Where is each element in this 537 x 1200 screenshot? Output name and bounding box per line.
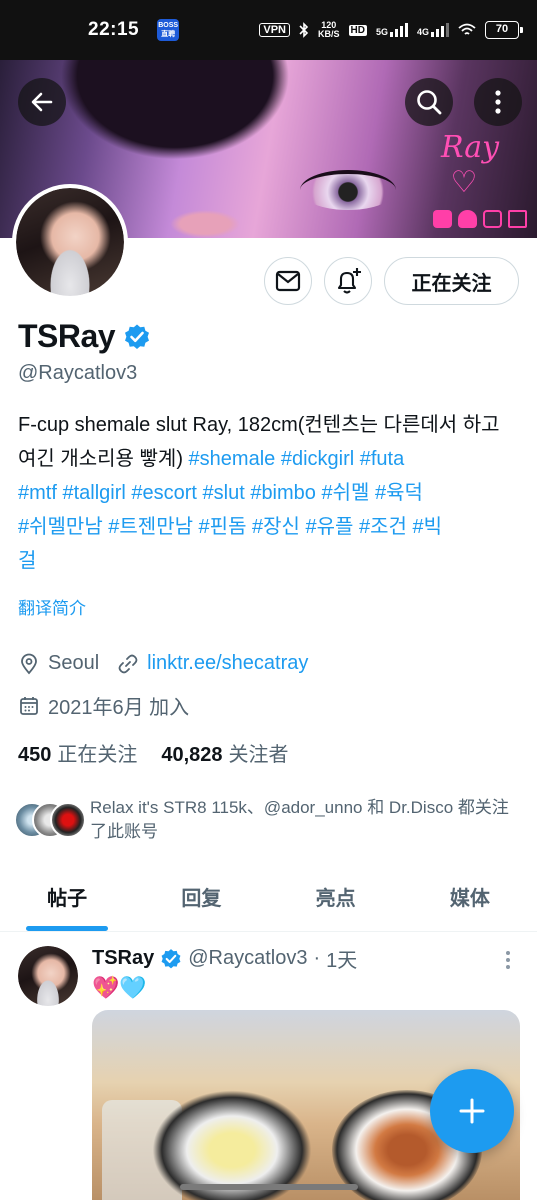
tweet-avatar-image	[18, 946, 78, 1006]
calendar-icon	[18, 695, 40, 717]
following-label: 正在关注	[57, 744, 138, 766]
profile-avatar[interactable]	[12, 184, 128, 300]
banner-eye	[300, 170, 396, 210]
net-speed-unit: KB/S	[318, 29, 340, 39]
search-button[interactable]	[405, 78, 453, 126]
net-speed: 120 KB/S	[318, 21, 340, 39]
followed-by-avatars	[14, 796, 86, 838]
compose-button[interactable]	[430, 1069, 514, 1153]
banner-signature: Ray ♡	[441, 130, 500, 200]
tweet-author-name[interactable]: TSRay	[92, 947, 154, 970]
profile-joined-row: 2021年6月 加入	[18, 691, 189, 720]
followers-count-link[interactable]: 40,828 关注者	[161, 738, 288, 767]
tweet-time[interactable]: 1天	[326, 944, 357, 973]
bio-hashtags-3[interactable]: #쉬멜만남 #트젠만남 #핀돔 #장신 #유플 #조건 #빅	[18, 516, 442, 538]
signal-5g: 5G	[376, 23, 408, 37]
vpn-badge: VPN	[259, 23, 290, 37]
tweet-separator: ·	[313, 947, 321, 969]
location-icon	[18, 653, 40, 675]
following-count-link[interactable]: 450 正在关注	[18, 738, 137, 767]
followers-label: 关注者	[228, 744, 289, 766]
message-button[interactable]	[264, 257, 312, 305]
following-button[interactable]: 正在关注	[384, 257, 519, 305]
banner-nose	[170, 210, 240, 238]
bluetooth-icon	[299, 22, 309, 38]
signal-4g: 4G	[417, 23, 449, 37]
followed-by-row[interactable]: Relax it's STR8 115k、@ador_unno 和 Dr.Dis…	[14, 796, 510, 844]
bio-hashtags-1[interactable]: #shemale #dickgirl #futa	[189, 448, 405, 470]
profile-name: TSRay	[18, 318, 116, 354]
tweet-author-handle[interactable]: @Raycatlov3	[188, 947, 307, 970]
bell-plus-icon	[337, 268, 361, 294]
followers-count: 40,828	[161, 744, 223, 766]
more-vertical-icon	[495, 90, 501, 114]
tab-highlights[interactable]: 亮点	[269, 862, 403, 931]
home-indicator[interactable]	[180, 1184, 358, 1190]
search-icon	[417, 90, 442, 115]
more-vertical-icon	[506, 951, 510, 969]
status-bar: 22:15 BOSS 直聘 VPN 120 KB/S HD 5G 4G 70	[0, 0, 537, 60]
followed-by-text: Relax it's STR8 115k、@ador_unno 和 Dr.Dis…	[90, 798, 509, 841]
tweet-more-button[interactable]	[496, 948, 520, 972]
profile-meta-row: Seoul linktr.ee/shecatray	[18, 652, 308, 675]
back-button[interactable]	[18, 78, 66, 126]
banner-hair	[60, 60, 290, 160]
tab-media[interactable]: 媒体	[403, 862, 537, 931]
bio-hashtags-2[interactable]: #mtf #tallgirl #escort #slut #bimbo #쉬멜 …	[18, 482, 423, 504]
tweet-text: 💖🩵	[92, 975, 147, 1000]
translate-bio-link[interactable]: 翻译简介	[18, 594, 86, 619]
hd-badge: HD	[348, 24, 367, 36]
profile-name-row: TSRay	[18, 318, 151, 355]
profile-location: Seoul	[48, 652, 100, 674]
battery-indicator: 70	[485, 21, 523, 39]
notify-button[interactable]	[324, 257, 372, 305]
profile-bio: F-cup shemale slut Ray, 182cm(컨텐츠는 다른데서 …	[18, 408, 522, 578]
mail-icon	[275, 270, 301, 292]
following-count: 450	[18, 744, 52, 766]
wifi-icon	[458, 23, 476, 35]
tab-posts[interactable]: 帖子	[0, 862, 134, 931]
avatar-image	[16, 188, 124, 296]
heart-icon	[458, 210, 477, 228]
twitter-bird-icon	[433, 210, 452, 228]
verified-badge-icon	[161, 948, 181, 968]
bio-hashtags-4[interactable]: 걸	[18, 550, 36, 572]
profile-handle: @Raycatlov3	[18, 362, 138, 384]
onlyfans-icon	[508, 210, 527, 228]
net-4g-label: 4G	[416, 27, 429, 37]
banner-social-icons	[433, 210, 527, 228]
verified-badge-icon[interactable]	[123, 323, 151, 351]
profile-joined-date: 2021年6月 加入	[48, 697, 190, 719]
tab-replies[interactable]: 回复	[134, 862, 268, 931]
notification-app-icon: BOSS 直聘	[157, 19, 180, 41]
profile-tabs: 帖子 回复 亮点 媒体	[0, 862, 537, 932]
plus-icon	[459, 1098, 485, 1124]
instagram-icon	[483, 210, 502, 228]
arrow-left-icon	[31, 92, 53, 112]
more-button[interactable]	[474, 78, 522, 126]
follower-avatar-3	[50, 802, 86, 838]
status-time: 22:15	[88, 19, 140, 40]
tweet-author-avatar[interactable]	[18, 946, 78, 1006]
profile-website-link[interactable]: linktr.ee/shecatray	[147, 652, 308, 675]
link-icon	[117, 653, 139, 675]
tweet-header: TSRay @Raycatlov3 · 1天	[92, 944, 357, 973]
follow-counts: 450 正在关注 40,828 关注者	[18, 738, 289, 767]
status-indicators: VPN 120 KB/S HD 5G 4G 70	[259, 21, 523, 39]
net-5g-label: 5G	[375, 27, 388, 37]
